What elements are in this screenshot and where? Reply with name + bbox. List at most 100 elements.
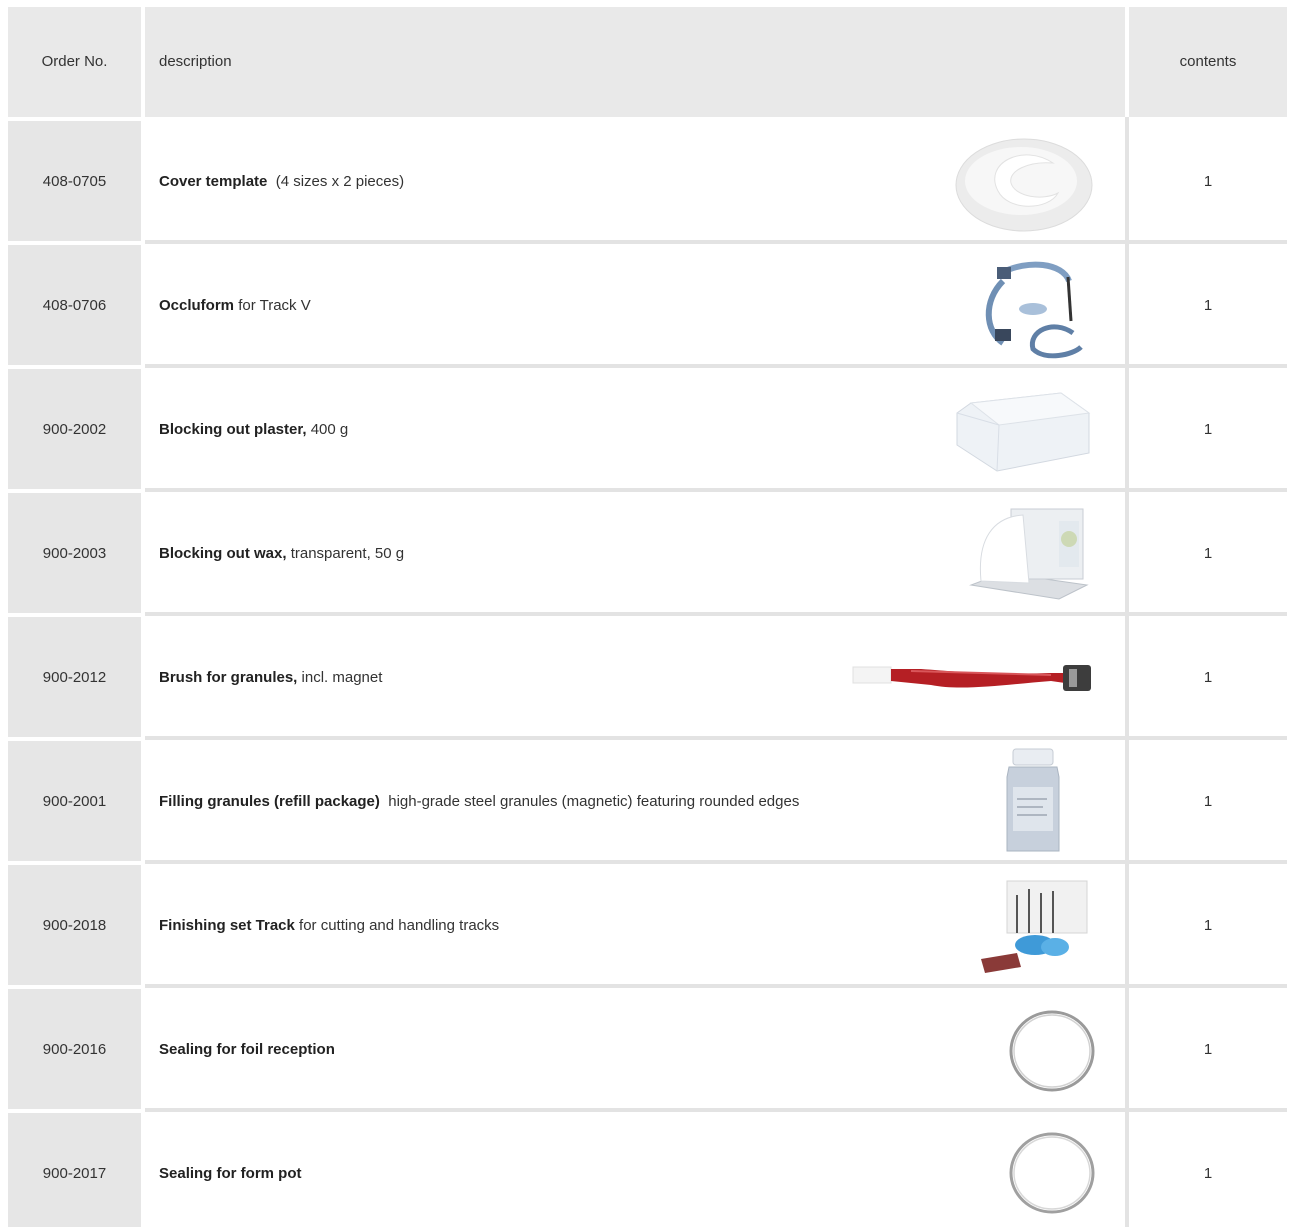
contents-quantity: 1 (1203, 793, 1213, 810)
order-cell: 408-0706 (8, 245, 141, 365)
wax-image (969, 508, 1089, 600)
order-number: 900-2017 (42, 1165, 107, 1182)
description-cell: Blocking out plaster, 400 g (145, 369, 1125, 489)
product-detail: 400 g (310, 421, 349, 438)
description-cell: Occluform for Track V (145, 245, 1125, 365)
order-cell: 900-2002 (8, 369, 141, 489)
contents-quantity: 1 (1203, 297, 1213, 314)
description-cell: Sealing for foil reception (145, 989, 1125, 1109)
contents-quantity: 1 (1203, 421, 1213, 438)
product-name: Finishing set Track (159, 917, 295, 934)
product-name: Sealing for foil reception (159, 1041, 335, 1058)
header-description: description (145, 7, 1125, 117)
description-text: Occluform for Track V (159, 297, 311, 314)
order-number: 900-2016 (42, 1041, 107, 1058)
order-cell: 408-0705 (8, 121, 141, 241)
row-divider (145, 736, 1287, 740)
header-order-no: Order No. (8, 7, 141, 117)
product-name: Blocking out wax, (159, 545, 287, 562)
product-detail: (4 sizes x 2 pieces) (275, 173, 405, 190)
contents-cell: 1 (1129, 617, 1287, 737)
row-divider (145, 364, 1287, 368)
contents-cell: 1 (1129, 121, 1287, 241)
order-number: 900-2001 (42, 793, 107, 810)
description-text: Sealing for form pot (159, 1165, 302, 1182)
header-description-label: description (159, 53, 232, 70)
description-cell: Blocking out wax, transparent, 50 g (145, 493, 1125, 613)
table-row: 900-2002 Blocking out plaster, 400 g 1 (0, 369, 1290, 489)
table-row: 408-0705 Cover template (4 sizes x 2 pie… (0, 121, 1290, 241)
header-contents: contents (1129, 7, 1287, 117)
order-cell: 900-2001 (8, 741, 141, 861)
description-text: Blocking out plaster, 400 g (159, 421, 348, 438)
contents-cell: 1 (1129, 865, 1287, 985)
contents-quantity: 1 (1203, 545, 1213, 562)
order-cell: 900-2018 (8, 865, 141, 985)
product-name: Brush for granules, (159, 669, 298, 686)
order-cell: 900-2003 (8, 493, 141, 613)
product-detail: for cutting and handling tracks (299, 917, 500, 934)
brush-image (852, 665, 1091, 691)
table-row: 900-2017 Sealing for form pot 1 (0, 1113, 1290, 1227)
contents-cell: 1 (1129, 989, 1287, 1109)
table-row: 408-0706 Occluform for Track V 1 (0, 245, 1290, 365)
description-text: Filling granules (refill package) high-g… (159, 793, 799, 810)
row-divider (145, 1108, 1287, 1112)
product-name: Blocking out plaster, (159, 421, 307, 438)
order-number: 408-0705 (42, 173, 107, 190)
contents-cell: 1 (1129, 1113, 1287, 1227)
row-divider (145, 240, 1287, 244)
product-name: Occluform (159, 297, 235, 314)
product-detail: transparent, 50 g (290, 545, 405, 562)
cover-template-image (955, 138, 1093, 232)
description-cell: Sealing for form pot (145, 1113, 1125, 1227)
description-cell: Brush for granules, incl. magnet (145, 617, 1125, 737)
row-divider (145, 984, 1287, 988)
contents-cell: 1 (1129, 369, 1287, 489)
row-divider (145, 612, 1287, 616)
description-text: Brush for granules, incl. magnet (159, 669, 382, 686)
row-divider (145, 860, 1287, 864)
plaster-image (956, 392, 1091, 472)
contents-cell: 1 (1129, 493, 1287, 613)
contents-cell: 1 (1129, 741, 1287, 861)
header-contents-label: contents (1179, 53, 1237, 70)
order-cell: 900-2017 (8, 1113, 141, 1227)
order-cell: 900-2016 (8, 989, 141, 1109)
occluform-image (985, 261, 1083, 359)
table-row: 900-2018 Finishing set Track for cutting… (0, 865, 1290, 985)
description-text: Blocking out wax, transparent, 50 g (159, 545, 404, 562)
description-text: Cover template (4 sizes x 2 pieces) (159, 173, 404, 190)
product-detail: high-grade steel granules (magnetic) fea… (388, 793, 800, 810)
contents-quantity: 1 (1203, 173, 1213, 190)
order-number: 408-0706 (42, 297, 107, 314)
order-number: 900-2003 (42, 545, 107, 562)
order-cell: 900-2012 (8, 617, 141, 737)
description-text: Sealing for foil reception (159, 1041, 335, 1058)
order-number: 900-2018 (42, 917, 107, 934)
header-order-no-label: Order No. (41, 53, 108, 70)
sealing-ring-image (1009, 1010, 1095, 1092)
table-row: 900-2016 Sealing for foil reception 1 (0, 989, 1290, 1109)
description-cell: Filling granules (refill package) high-g… (145, 741, 1125, 861)
table-row: 900-2012 Brush for granules, incl. magne… (0, 617, 1290, 737)
product-name: Sealing for form pot (159, 1165, 302, 1182)
product-name: Filling granules (refill package) (159, 793, 380, 810)
sealing-ring-image (1009, 1132, 1095, 1214)
finishing-set-image (981, 880, 1088, 973)
contents-cell: 1 (1129, 245, 1287, 365)
order-number: 900-2002 (42, 421, 107, 438)
contents-quantity: 1 (1203, 917, 1213, 934)
product-detail: for Track V (238, 297, 311, 314)
table-row: 900-2003 Blocking out wax, transparent, … (0, 493, 1290, 613)
contents-quantity: 1 (1203, 669, 1213, 686)
description-text: Finishing set Track for cutting and hand… (159, 917, 499, 934)
granules-bottle-image (1006, 748, 1060, 852)
product-detail: incl. magnet (301, 669, 383, 686)
contents-quantity: 1 (1203, 1041, 1213, 1058)
table-row: 900-2001 Filling granules (refill packag… (0, 741, 1290, 861)
contents-quantity: 1 (1203, 1165, 1213, 1182)
description-cell: Finishing set Track for cutting and hand… (145, 865, 1125, 985)
order-number: 900-2012 (42, 669, 107, 686)
row-divider (145, 488, 1287, 492)
